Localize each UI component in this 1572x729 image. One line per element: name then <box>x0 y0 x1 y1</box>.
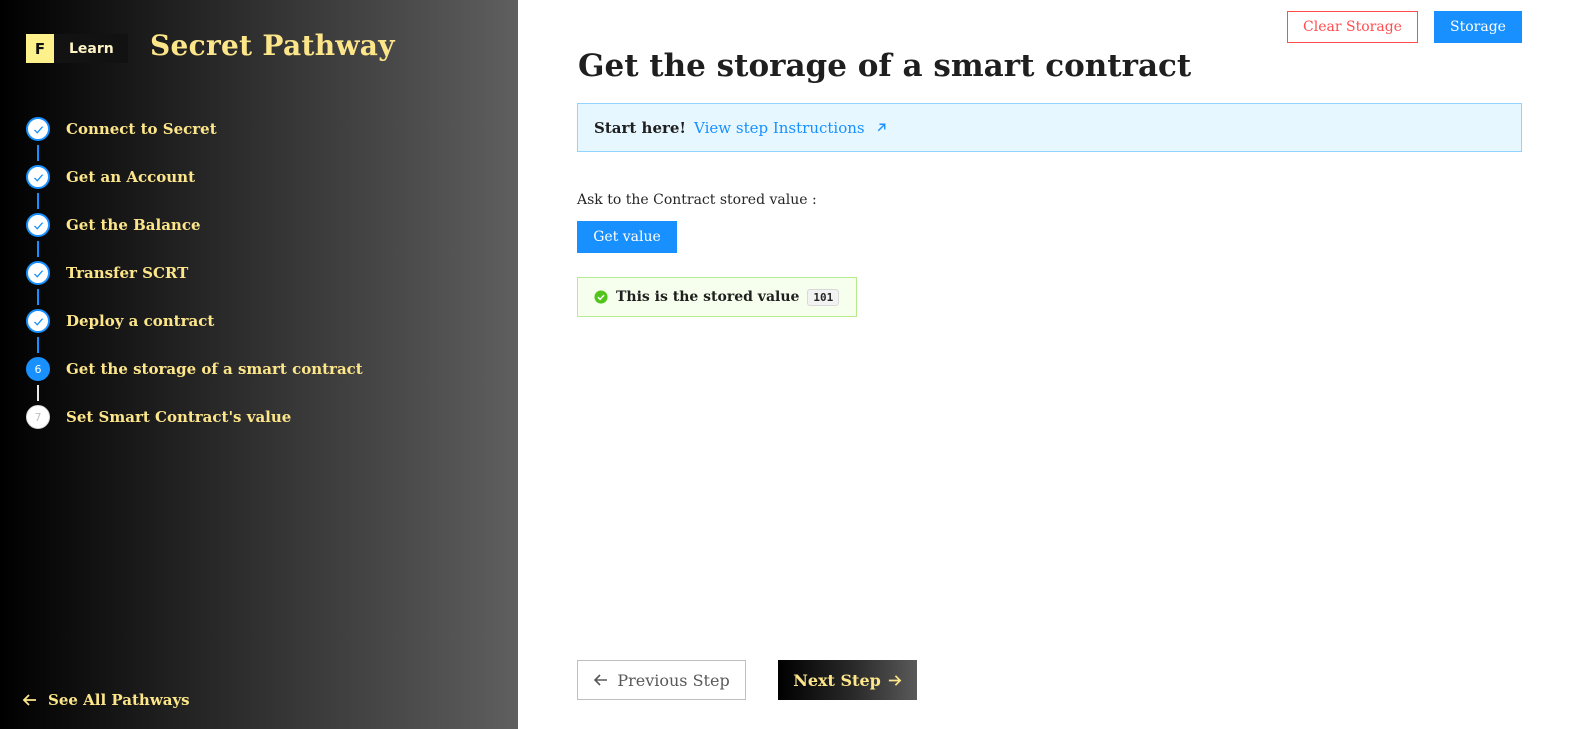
steps-list: Connect to Secret Get an Account Get the… <box>26 117 363 453</box>
step-number: 7 <box>26 405 50 429</box>
step-label: Get an Account <box>66 168 196 186</box>
see-all-pathways-label: See All Pathways <box>48 691 190 709</box>
step-check-icon <box>26 165 50 189</box>
next-step-button[interactable]: Next Step <box>778 660 917 700</box>
step-label: Get the Balance <box>66 216 201 234</box>
step-number: 6 <box>26 357 50 381</box>
step-item[interactable]: Get an Account <box>26 165 363 213</box>
previous-step-label: Previous Step <box>617 670 730 690</box>
step-check-icon <box>26 309 50 333</box>
arrow-left-icon <box>594 674 608 686</box>
view-instructions-link[interactable]: View step Instructions <box>694 119 888 137</box>
arrow-right-icon <box>888 674 902 686</box>
previous-step-button[interactable]: Previous Step <box>577 660 746 700</box>
pathway-title: Secret Pathway <box>150 29 395 62</box>
get-value-button[interactable]: Get value <box>577 221 677 253</box>
step-item[interactable]: Get the Balance <box>26 213 363 261</box>
clear-storage-button[interactable]: Clear Storage <box>1287 11 1418 43</box>
result-alert: This is the stored value 101 <box>577 277 857 317</box>
sidebar: F Learn Secret Pathway Connect to Secret… <box>0 0 518 729</box>
step-check-icon <box>26 117 50 141</box>
step-item[interactable]: Deploy a contract <box>26 309 363 357</box>
step-connector <box>37 289 39 305</box>
info-alert: Start here! View step Instructions <box>577 103 1522 152</box>
step-check-icon <box>26 261 50 285</box>
ask-label: Ask to the Contract stored value : <box>577 192 817 208</box>
step-label: Connect to Secret <box>66 120 217 138</box>
arrow-left-icon <box>22 694 36 706</box>
see-all-pathways-link[interactable]: See All Pathways <box>22 691 190 709</box>
view-instructions-label: View step Instructions <box>694 118 865 137</box>
info-alert-title: Start here! <box>594 118 687 137</box>
step-item[interactable]: Connect to Secret <box>26 117 363 165</box>
storage-button[interactable]: Storage <box>1434 11 1522 43</box>
step-item-current[interactable]: 6 Get the storage of a smart contract <box>26 357 363 405</box>
brand-logo-text: Learn <box>69 40 114 57</box>
step-connector <box>37 145 39 161</box>
step-connector <box>37 241 39 257</box>
step-label: Deploy a contract <box>66 312 215 330</box>
step-label: Transfer SCRT <box>66 264 189 282</box>
step-check-icon <box>26 213 50 237</box>
step-label: Set Smart Contract's value <box>66 408 292 426</box>
step-item[interactable]: Transfer SCRT <box>26 261 363 309</box>
step-connector <box>37 193 39 209</box>
step-item[interactable]: 7 Set Smart Contract's value <box>26 405 363 453</box>
stored-value: 101 <box>807 288 840 306</box>
next-step-label: Next Step <box>793 670 881 690</box>
check-circle-icon <box>594 290 608 304</box>
result-text: This is the stored value <box>616 289 800 305</box>
brand-logo-letter: F <box>26 34 54 63</box>
page-title: Get the storage of a smart contract <box>578 48 1192 84</box>
brand[interactable]: F Learn <box>26 34 128 63</box>
step-label: Get the storage of a smart contract <box>66 360 363 378</box>
step-connector <box>37 385 39 401</box>
brand-logo[interactable]: F Learn <box>26 34 128 63</box>
step-connector <box>37 337 39 353</box>
external-link-icon <box>877 123 886 132</box>
